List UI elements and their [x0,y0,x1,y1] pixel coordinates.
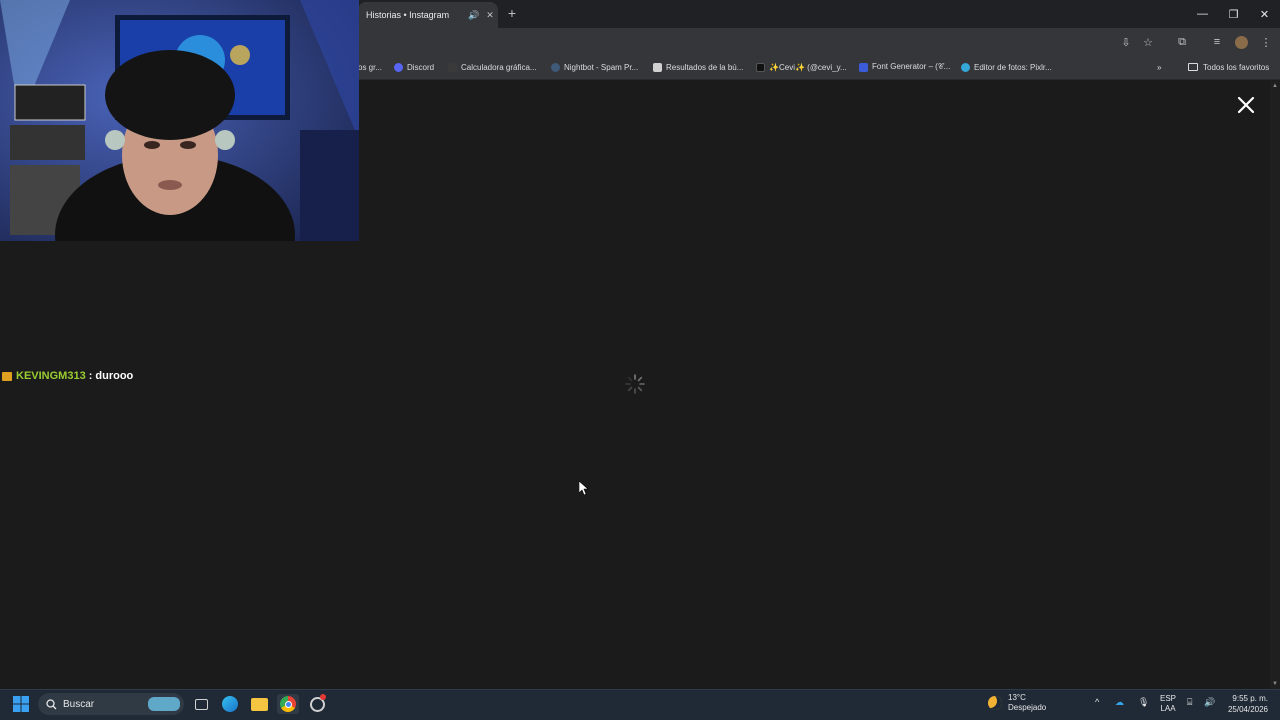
clock-time: 9:55 p. m. [1232,694,1268,703]
lang-code: ESP [1160,694,1177,703]
windows-start-icon[interactable] [13,696,29,712]
scroll-down-icon[interactable]: ▼ [1272,681,1278,687]
discord-icon [394,62,403,72]
tab-title: Historias • Instagram [366,10,450,20]
input-language-indicator[interactable]: ESP LAA [1160,694,1176,714]
tiktok-icon [756,62,765,72]
taskbar-search-box[interactable]: Buscar [38,693,184,715]
search-highlight-icon [148,697,180,711]
bookmark-discord[interactable]: Discord [394,60,434,74]
keyboard-layout: LAA [1160,704,1176,713]
chat-text: durooo [95,370,134,382]
bookmark-label: Resultados de la bú... [666,62,744,72]
file-explorer-icon[interactable] [248,694,270,714]
show-hidden-icons-chevron-icon[interactable]: ^ [1095,697,1099,707]
profile-avatar-icon[interactable] [1232,34,1250,50]
bookmark-star-icon[interactable]: ☆ [1139,34,1157,50]
onedrive-cloud-icon[interactable]: ☁ [1115,697,1124,708]
bookmark-label: ✨Cevi✨ (@cevi_y... [769,62,847,72]
microphone-icon[interactable]: 🎙 [1138,697,1149,708]
extensions-icon[interactable]: ⧉ [1173,34,1191,50]
chat-separator: : [88,370,93,382]
weather-temperature: 13°C [1008,693,1026,702]
bookmark-label: Nightbot - Spam Pr... [564,62,639,72]
restore-button[interactable]: ❐ [1218,0,1249,28]
minimize-button[interactable]: — [1187,0,1218,28]
bookmark-font-generator[interactable]: Font Generator – (𝒞... [859,60,950,74]
bookmark-label: Font Generator – (𝒞... [872,62,951,71]
desmos-icon [448,62,457,72]
bookmark-resultados[interactable]: Resultados de la bú... [653,60,743,74]
search-icon [46,698,57,709]
moon-icon [988,696,1002,710]
mouse-cursor-icon [579,481,589,495]
font-generator-icon [859,62,868,72]
pixlr-icon [961,62,970,72]
document-icon [653,62,662,72]
clock-date: 25/04/2026 [1227,705,1268,714]
tab-historias-instagram[interactable]: Historias • Instagram 🔊 ✕ [358,2,498,28]
bookmark-item[interactable]: os gr... [358,60,382,74]
chrome-icon[interactable] [277,694,299,714]
speaker-icon[interactable]: 🔊 [466,10,482,21]
task-view-icon[interactable] [190,694,212,714]
new-tab-button[interactable]: + [503,4,521,22]
volume-icon[interactable]: 🔊 [1204,697,1215,708]
bookmark-pixlr[interactable]: Editor de fotos: Pixlr... [961,60,1052,74]
nightbot-icon [551,62,560,72]
scrollbar[interactable]: ▲ ▼ [1270,81,1280,689]
weather-description: Despejado [1008,703,1047,712]
webcam-overlay [0,0,359,241]
close-tab-icon[interactable]: ✕ [482,10,498,21]
media-control-icon[interactable]: ≡ [1208,34,1226,50]
crown-badge-icon [2,371,12,381]
scroll-up-icon[interactable]: ▲ [1272,83,1278,89]
bookmark-calculadora[interactable]: Calculadora gráfica... [448,60,537,74]
bookmark-label: Discord [407,62,435,72]
system-clock[interactable]: 9:55 p. m. 25/04/2026 [1222,693,1268,715]
obs-studio-icon[interactable] [306,694,328,714]
folder-icon [1188,63,1198,71]
webcam-feed [0,0,359,241]
bookmark-label: os gr... [358,62,383,72]
install-app-icon[interactable]: ⇩ [1117,34,1135,50]
all-bookmarks-label: Todos los favoritos [1203,62,1270,72]
bookmark-tiktok[interactable]: ✨Cevi✨ (@cevi_y... [756,60,847,74]
more-bookmarks-chevron-icon[interactable]: » [1157,60,1161,74]
loading-spinner-icon [625,374,645,394]
chat-message: KEVINGM313 : durooo [2,370,133,382]
edge-browser-icon[interactable] [219,694,241,714]
menu-kebab-icon[interactable]: ⋮ [1257,34,1275,50]
network-icon[interactable]: ⌸ [1187,697,1192,708]
search-label: Buscar [63,698,95,710]
chat-username: KEVINGM313 [16,370,86,382]
bookmark-label: Editor de fotos: Pixlr... [974,62,1052,72]
bookmark-nightbot[interactable]: Nightbot - Spam Pr... [551,60,638,74]
all-bookmarks-folder[interactable]: Todos los favoritos [1188,60,1269,74]
close-stories-icon[interactable] [1234,93,1258,117]
bookmark-label: Calculadora gráfica... [461,62,537,72]
close-window-button[interactable]: ✕ [1249,0,1280,28]
weather-widget[interactable]: 13°C Despejado [988,693,1046,713]
